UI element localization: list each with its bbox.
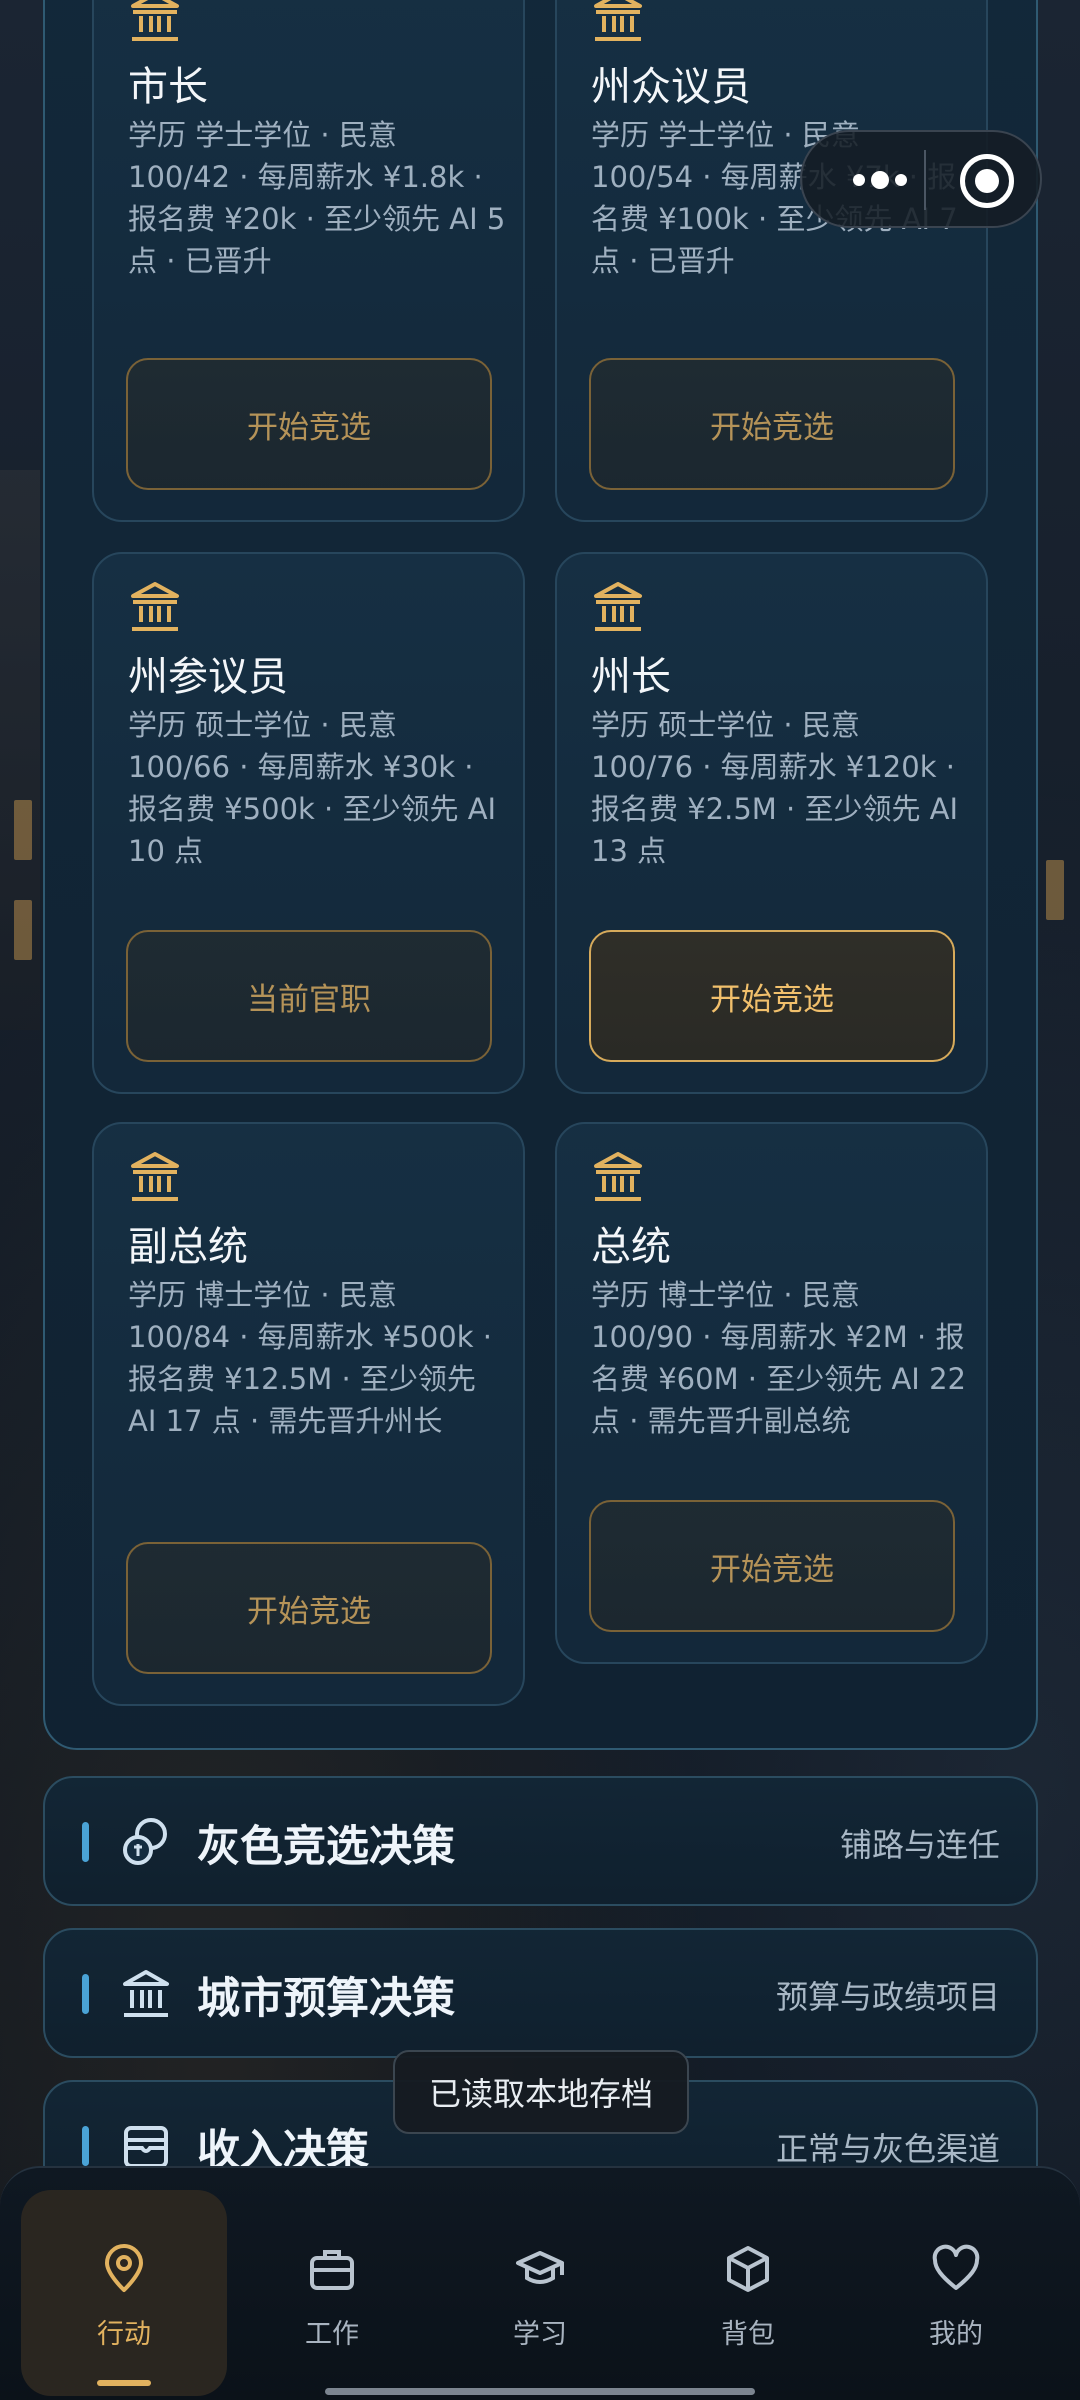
bottom-nav: 行动 工作 学习 背包 我的 [0, 2166, 1080, 2400]
position-title: 总统 [591, 1224, 671, 1270]
section-gray-campaign[interactable]: 灰色竞选决策 铺路与连任 [43, 1776, 1038, 1906]
section-title: 灰色竞选决策 [197, 1822, 455, 1872]
nav-label: 我的 [929, 2319, 983, 2350]
position-requirements: 学历 学士学位 · 民意 100/42 · 每周薪水 ¥1.8k · 报名费 ¥… [128, 118, 506, 278]
bank-icon [123, 1970, 169, 2017]
bank-icon [594, 0, 642, 41]
nav-label: 学习 [513, 2319, 567, 2350]
position-card-president: 总统 学历 博士学位 · 民意 100/90 · 每周薪水 ¥2M · 报名费 … [555, 1122, 988, 1664]
nav-label: 行动 [97, 2319, 151, 2350]
heart-icon [932, 2244, 980, 2290]
section-subtitle: 预算与政绩项目 [775, 1978, 1000, 2016]
position-requirements: 学历 硕士学位 · 民意 100/66 · 每周薪水 ¥30k · 报名费 ¥5… [128, 708, 497, 868]
graduation-cap-icon [516, 2251, 564, 2284]
position-card-governor: 州长 学历 硕士学位 · 民意 100/76 · 每周薪水 ¥120k · 报名… [555, 552, 988, 1094]
bank-icon [131, 1152, 179, 1201]
position-requirements: 学历 博士学位 · 民意 100/84 · 每周薪水 ¥500k · 报名费 ¥… [128, 1278, 492, 1438]
position-requirements: 学历 硕士学位 · 民意 100/76 · 每周薪水 ¥120k · 报名费 ¥… [591, 708, 959, 868]
start-campaign-button[interactable]: 开始竞选 [589, 1500, 955, 1632]
position-title: 州长 [591, 654, 671, 700]
section-subtitle: 正常与灰色渠道 [775, 2130, 1000, 2168]
section-accent-bar [82, 1974, 89, 2014]
section-accent-bar [82, 1822, 89, 1862]
position-title: 副总统 [128, 1224, 248, 1270]
bank-icon [594, 582, 642, 631]
position-title: 市长 [128, 64, 208, 110]
section-title: 城市预算决策 [197, 1974, 455, 2024]
background-window [14, 800, 32, 860]
position-title: 州参议员 [128, 654, 288, 700]
position-card-vice-president: 副总统 学历 博士学位 · 民意 100/84 · 每周薪水 ¥500k · 报… [92, 1122, 525, 1706]
location-pin-icon [105, 2244, 143, 2292]
position-requirements: 学历 博士学位 · 民意 100/90 · 每周薪水 ¥2M · 报名费 ¥60… [591, 1278, 966, 1438]
background-window [1046, 860, 1064, 920]
start-campaign-button[interactable]: 开始竞选 [126, 1542, 492, 1674]
nav-label: 工作 [305, 2319, 359, 2350]
nav-work[interactable]: 工作 [229, 2190, 435, 2396]
bank-icon [131, 582, 179, 631]
section-accent-bar [82, 2126, 89, 2166]
active-indicator [97, 2380, 151, 2386]
capsule-divider [924, 150, 926, 210]
nav-mine[interactable]: 我的 [853, 2190, 1059, 2396]
home-indicator[interactable] [325, 2388, 755, 2395]
positions-panel: 市长 学历 学士学位 · 民意 100/42 · 每周薪水 ¥1.8k · 报名… [43, 0, 1038, 1750]
position-card-mayor: 市长 学历 学士学位 · 民意 100/42 · 每周薪水 ¥1.8k · 报名… [92, 0, 525, 522]
background-window [14, 900, 32, 960]
close-target-icon[interactable] [960, 154, 1014, 208]
toast-message: 已读取本地存档 [393, 2050, 689, 2134]
nav-study[interactable]: 学习 [437, 2190, 643, 2396]
position-card-state-senator: 州参议员 学历 硕士学位 · 民意 100/66 · 每周薪水 ¥30k · 报… [92, 552, 525, 1094]
start-campaign-button[interactable]: 开始竞选 [589, 930, 955, 1062]
bank-icon [594, 1152, 642, 1201]
nav-backpack[interactable]: 背包 [645, 2190, 851, 2396]
coins-icon [123, 1818, 167, 1865]
cube-icon [727, 2246, 769, 2292]
start-campaign-button[interactable]: 开始竞选 [126, 358, 492, 490]
nav-label: 背包 [721, 2319, 775, 2350]
briefcase-icon [310, 2250, 354, 2290]
nav-action[interactable]: 行动 [21, 2190, 227, 2396]
miniprogram-capsule [800, 130, 1042, 228]
more-icon[interactable] [832, 152, 928, 208]
start-campaign-button[interactable]: 开始竞选 [589, 358, 955, 490]
section-subtitle: 铺路与连任 [839, 1826, 1000, 1864]
current-position-button[interactable]: 当前官职 [126, 930, 492, 1062]
position-card-state-representative: 州众议员 学历 学士学位 · 民意 100/54 · 每周薪水 ¥7k · 报名… [555, 0, 988, 522]
position-title: 州众议员 [591, 64, 751, 110]
bank-icon [131, 0, 179, 41]
section-city-budget[interactable]: 城市预算决策 预算与政绩项目 [43, 1928, 1038, 2058]
